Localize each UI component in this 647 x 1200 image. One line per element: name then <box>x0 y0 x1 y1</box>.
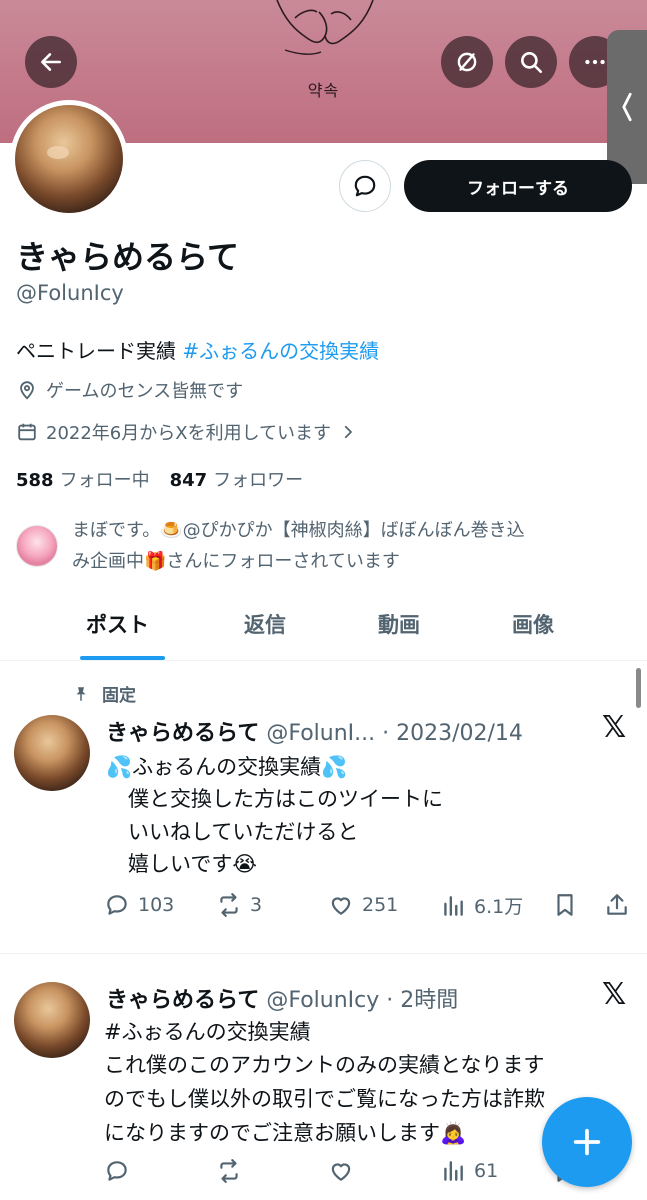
arrow-left-icon <box>41 53 61 71</box>
repost-icon <box>220 1159 238 1183</box>
active-tab-indicator <box>80 656 165 660</box>
profile-handle: @FolunIcy <box>16 281 124 305</box>
following-label: フォロー中 <box>59 470 150 491</box>
post-author-name[interactable]: きゃらめるらて <box>106 988 259 1013</box>
banner-caption: 약속 <box>307 81 340 100</box>
reply-icon <box>107 895 127 915</box>
back-button[interactable] <box>25 36 77 88</box>
views-button[interactable]: 6.1万 <box>440 892 523 919</box>
more-icon <box>585 59 605 65</box>
pinned-label: 固定 <box>102 686 136 706</box>
like-button[interactable]: 251 <box>328 892 398 918</box>
following-count: 588 <box>16 470 54 491</box>
post-hashtag-link[interactable]: #ふぉるんの交換実績 <box>104 1016 311 1046</box>
views-count: 61 <box>474 1160 499 1182</box>
profile-location: ゲームのセンス皆無です <box>16 377 243 403</box>
repost-button[interactable]: 3 <box>216 892 262 918</box>
pinned-indicator: 固定 <box>72 681 136 706</box>
message-button[interactable] <box>339 160 391 212</box>
tab-posts[interactable]: ポスト <box>86 609 149 639</box>
bookmark-button[interactable] <box>552 892 578 918</box>
post-text-line: になりますのでご注意お願いします🙇‍♀️ <box>104 1121 467 1145</box>
bio-hashtag-link[interactable]: #ふぉるんの交換実績 <box>182 339 379 363</box>
profile-joined[interactable]: 2022年6月からXを利用しています <box>16 419 357 445</box>
reply-button[interactable]: 103 <box>104 892 174 918</box>
post-meta: @FolunIcy · 2時間 <box>259 988 459 1013</box>
location-pin-icon <box>20 381 34 400</box>
post-text-line: 嬉しいです😭 <box>128 852 257 876</box>
tab-media[interactable]: 画像 <box>512 609 554 639</box>
post-header: きゃらめるらて @FolunIcy · 2時間 <box>106 982 458 1014</box>
share-icon <box>607 894 627 915</box>
profile-avatar[interactable] <box>10 100 128 218</box>
post-text-line: 💦ふぉるんの交換実績💦 <box>106 755 348 779</box>
bookmark-icon <box>557 894 573 916</box>
follow-stats: 588 フォロー中 847 フォロワー <box>16 466 303 492</box>
pinky-promise-illustration <box>276 0 374 55</box>
chevron-left-icon <box>622 92 632 122</box>
follow-button[interactable]: フォローする <box>404 160 632 212</box>
reply-button[interactable] <box>104 1158 138 1184</box>
repost-button[interactable] <box>216 1158 250 1184</box>
eye-slash-icon <box>457 52 477 72</box>
follower-avatar <box>16 525 58 567</box>
views-count: 6.1万 <box>474 896 524 918</box>
mute-button[interactable] <box>441 36 493 88</box>
search-icon <box>521 52 543 74</box>
joined-text: 2022年6月からXを利用しています <box>46 423 332 444</box>
repost-icon <box>220 893 238 917</box>
post-meta: @FolunI... · 2023/02/14 <box>259 721 523 746</box>
profile-bio: ペニトレード実績 #ふぉるんの交換実績 <box>16 335 379 364</box>
views-icon <box>444 1161 463 1181</box>
share-button[interactable] <box>604 892 630 918</box>
tab-replies[interactable]: 返信 <box>244 609 286 639</box>
followers-label: フォロワー <box>213 470 304 491</box>
plus-icon <box>573 1128 601 1156</box>
post-divider <box>0 953 647 954</box>
chevron-right-icon <box>344 425 352 439</box>
followed-by[interactable]: まぼです。🍮@ぴかぴか【神椒肉絲】ばぼんぼん巻き込み企画中🎁さんにフォローされて… <box>16 515 636 577</box>
location-text: ゲームのセンス皆無です <box>46 381 244 402</box>
tab-videos[interactable]: 動画 <box>378 609 420 639</box>
following-link[interactable]: 588 フォロー中 <box>16 466 150 492</box>
views-button[interactable]: 61 <box>440 1158 498 1184</box>
pin-icon <box>76 686 86 701</box>
post-author-name[interactable]: きゃらめるらて <box>106 721 259 746</box>
post-text-line: これ僕のこのアカウントのみの実績となります <box>104 1053 545 1077</box>
profile-tabs: ポスト 返信 動画 画像 <box>0 595 647 661</box>
heart-icon <box>331 897 351 915</box>
bio-text: ペニトレード実績 <box>16 339 183 363</box>
like-button[interactable] <box>328 1158 362 1184</box>
followers-link[interactable]: 847 フォロワー <box>170 466 304 492</box>
post-header: きゃらめるらて @FolunI... · 2023/02/14 <box>106 715 523 747</box>
heart-icon <box>331 1163 351 1181</box>
calendar-icon <box>18 423 36 441</box>
post-avatar[interactable] <box>14 715 90 791</box>
views-icon <box>444 895 463 916</box>
profile-name: きゃらめるらて <box>16 238 240 276</box>
reply-count: 103 <box>138 894 175 916</box>
post-avatar[interactable] <box>14 982 90 1058</box>
like-count: 251 <box>362 894 399 916</box>
reply-icon <box>107 1161 127 1181</box>
post-text-line: いいねしていただけると <box>128 820 359 844</box>
message-icon <box>354 175 376 197</box>
post-actions: 103 3 251 6.1万 <box>104 892 634 924</box>
followed-by-text: まぼです。🍮@ぴかぴか【神椒肉絲】ばぼんぼん巻き込み企画中🎁さんにフォローされて… <box>72 520 525 572</box>
scrollbar[interactable] <box>636 668 641 708</box>
post-text-line: 僕と交換した方はこのツイートに <box>128 787 443 811</box>
compose-button[interactable] <box>542 1097 632 1187</box>
post-text-line: のでもし僕以外の取引でご覧になった方は詐欺 <box>104 1087 545 1111</box>
x-logo-icon: 𝕏 <box>602 710 627 745</box>
search-button[interactable] <box>505 36 557 88</box>
repost-count: 3 <box>250 894 263 916</box>
followers-count: 847 <box>169 470 208 491</box>
x-logo-icon: 𝕏 <box>602 977 627 1012</box>
